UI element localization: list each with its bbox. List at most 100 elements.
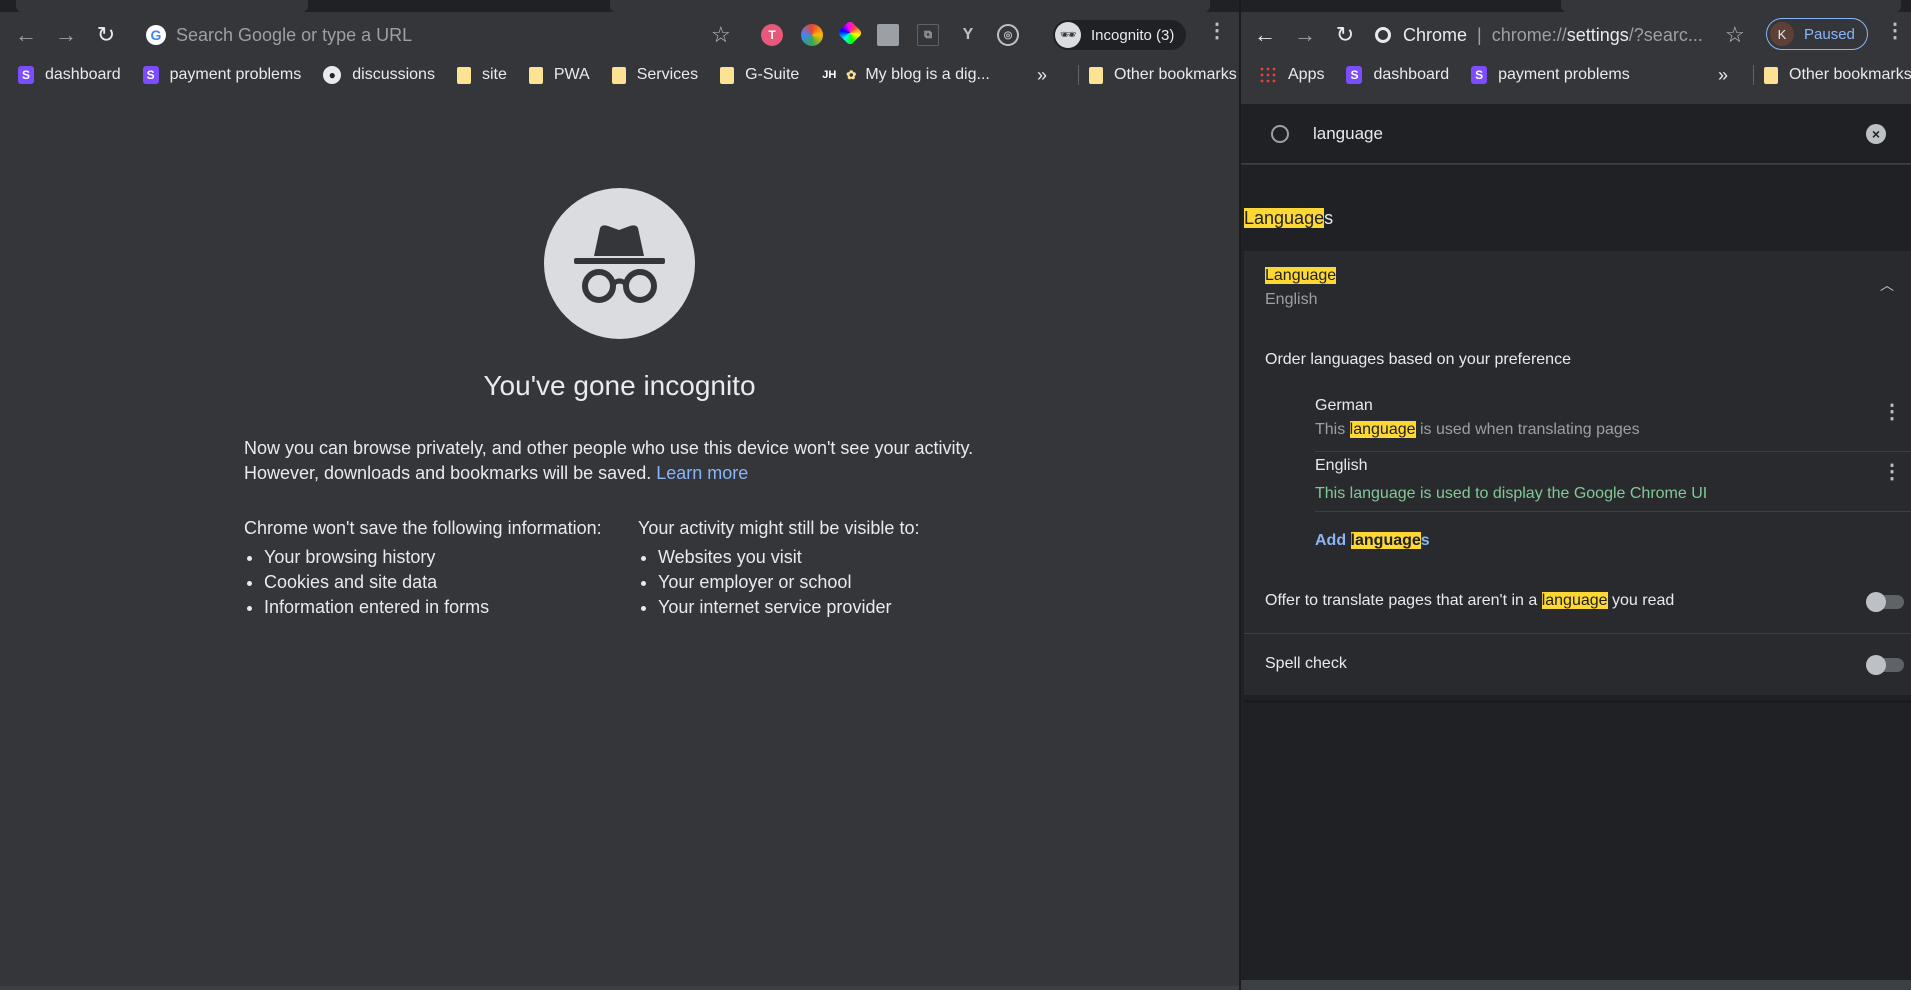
language-description: This language is used to display the Goo… bbox=[1315, 485, 1708, 502]
omnibox-separator: | bbox=[1477, 24, 1482, 45]
offer-text: Offer to translate pages that aren't in … bbox=[1265, 592, 1542, 609]
search-highlight: language bbox=[1541, 592, 1608, 609]
spell-check-toggle[interactable] bbox=[1866, 655, 1904, 675]
sprout-icon: ✿ bbox=[846, 68, 857, 82]
chrome-extension-icon[interactable] bbox=[801, 24, 823, 46]
add-text: Add bbox=[1315, 532, 1351, 549]
bookmark-pwa[interactable]: PWA bbox=[528, 66, 590, 84]
learn-more-link[interactable]: Learn more bbox=[656, 463, 748, 483]
toolbar: ← → ↻ G Search Google or type a URL ☆ T … bbox=[0, 12, 1239, 58]
bookmarks-overflow-button[interactable]: » bbox=[1718, 65, 1728, 86]
bookmarks-overflow-button[interactable]: » bbox=[1037, 65, 1047, 86]
omnibox-input[interactable]: Search Google or type a URL bbox=[176, 25, 412, 46]
reload-icon: ↻ bbox=[96, 22, 116, 47]
description-text: However, downloads and bookmarks will be… bbox=[244, 463, 652, 483]
jh-logo-icon: JH bbox=[822, 69, 837, 81]
forward-button[interactable]: → bbox=[46, 15, 86, 55]
square-extension-icon[interactable] bbox=[877, 24, 899, 46]
apps-grid-icon bbox=[1259, 66, 1277, 84]
back-arrow-icon: ← bbox=[1254, 22, 1276, 47]
language-item-german: German This language is used when transl… bbox=[1315, 397, 1640, 439]
bookmarks-bar: Apps Sdashboard Spayment problems » Othe… bbox=[1241, 58, 1911, 92]
profile-paused-button[interactable]: K Paused bbox=[1766, 18, 1868, 50]
folder-icon bbox=[1764, 66, 1778, 84]
chevron-up-icon[interactable]: ︿ bbox=[1880, 275, 1894, 295]
row-divider bbox=[1315, 511, 1911, 512]
reload-button[interactable]: ↻ bbox=[1325, 15, 1365, 55]
bookmark-services[interactable]: Services bbox=[611, 66, 699, 84]
cocktail-extension-icon[interactable]: Y bbox=[957, 24, 979, 46]
other-bookmarks[interactable]: Other bookmarks bbox=[1753, 65, 1911, 85]
colorpick-extension-icon[interactable] bbox=[837, 20, 863, 46]
bookmark-payment-problems[interactable]: Spayment problems bbox=[142, 66, 301, 84]
settings-window: ← → ↻ Chrome | chrome://settings/?searc.… bbox=[1241, 0, 1911, 990]
english-more-icon[interactable]: ⋮ bbox=[1882, 462, 1902, 482]
language-name: English bbox=[1315, 457, 1368, 474]
back-button[interactable]: ← bbox=[6, 15, 46, 55]
search-highlight: Language bbox=[1265, 267, 1337, 284]
bookmark-payment-problems[interactable]: Spayment problems bbox=[1471, 66, 1630, 84]
german-more-icon[interactable]: ⋮ bbox=[1882, 402, 1902, 422]
bookmarks-bar: Sdashboard Spayment problems ● discussion… bbox=[0, 58, 1239, 92]
screenshot-extension-icon[interactable]: ⧉ bbox=[917, 24, 939, 46]
incognito-profile-button[interactable]: 🕶 Incognito (3) bbox=[1053, 20, 1187, 50]
tab-strip bbox=[1241, 0, 1911, 12]
chrome-icon bbox=[1375, 27, 1391, 43]
forward-button[interactable]: → bbox=[1285, 15, 1325, 55]
bookmark-g-suite[interactable]: G-Suite bbox=[720, 66, 799, 84]
add-languages-button[interactable]: Add languages bbox=[1315, 532, 1430, 550]
incognito-window: ← → ↻ G Search Google or type a URL ☆ T … bbox=[0, 0, 1239, 990]
folder-icon bbox=[1089, 66, 1103, 84]
omnibox[interactable]: G Search Google or type a URL bbox=[146, 18, 736, 52]
stackbit-icon: S bbox=[1346, 66, 1363, 84]
language-name: German bbox=[1315, 397, 1373, 414]
omnibox-site-chip: Chrome bbox=[1403, 24, 1468, 45]
offer-translate-toggle[interactable] bbox=[1866, 592, 1904, 612]
extensions-bar: T ⧉ Y ◎ bbox=[752, 20, 1028, 46]
omnibox[interactable]: Chrome | chrome://settings/?searc... bbox=[1375, 25, 1703, 46]
back-arrow-icon: ← bbox=[15, 22, 37, 47]
bookmark-label: dashboard bbox=[1373, 66, 1450, 83]
description-line: However, downloads and bookmarks will be… bbox=[244, 461, 1004, 486]
section-title-text: s bbox=[1324, 208, 1334, 228]
bookmark-site[interactable]: site bbox=[456, 66, 507, 84]
language-row[interactable]: Language English bbox=[1265, 267, 1337, 309]
search-input[interactable]: language bbox=[1313, 124, 1383, 144]
bookmark-label: G-Suite bbox=[745, 66, 800, 83]
search-highlight: language bbox=[1349, 421, 1416, 438]
bookmark-apps[interactable]: Apps bbox=[1259, 66, 1324, 84]
omnibox-url-host: settings bbox=[1566, 24, 1629, 45]
reload-button[interactable]: ↻ bbox=[86, 15, 126, 55]
tab[interactable] bbox=[16, 0, 308, 12]
toolbar: ← → ↻ Chrome | chrome://settings/?searc.… bbox=[1241, 12, 1911, 58]
todoist-extension-icon[interactable]: T bbox=[761, 24, 783, 46]
bookmark-label: Services bbox=[636, 66, 699, 83]
bookmark-dashboard[interactable]: Sdashboard bbox=[18, 66, 121, 84]
menu-kebab-icon[interactable]: ⋮ bbox=[1207, 21, 1227, 41]
avatar: K bbox=[1770, 22, 1794, 46]
bookmark-dashboard[interactable]: Sdashboard bbox=[1346, 66, 1449, 84]
tab[interactable] bbox=[610, 0, 1210, 12]
bookmark-discussions[interactable]: ● discussions bbox=[323, 66, 435, 84]
bookmark-label: dashboard bbox=[45, 66, 121, 83]
star-icon[interactable]: ☆ bbox=[711, 22, 731, 48]
profile-label: Incognito (3) bbox=[1091, 26, 1175, 44]
desc-text: is used when translating pages bbox=[1415, 421, 1640, 438]
horizontal-scrollbar[interactable] bbox=[0, 986, 1239, 990]
menu-kebab-icon[interactable]: ⋮ bbox=[1885, 21, 1905, 41]
stackbit-icon: S bbox=[18, 66, 34, 84]
still-visible-list: Your activity might still be visible to:… bbox=[638, 516, 919, 620]
omnibox-url-path: /?searc... bbox=[1628, 24, 1703, 45]
settings-search-bar: language × bbox=[1241, 104, 1911, 164]
star-icon[interactable]: ☆ bbox=[1725, 22, 1745, 48]
stackbit-icon: S bbox=[1471, 66, 1488, 84]
clear-search-icon[interactable]: × bbox=[1866, 124, 1886, 144]
horizontal-scrollbar[interactable] bbox=[1241, 980, 1911, 990]
tab[interactable] bbox=[1561, 0, 1901, 12]
bookmark-blog[interactable]: JH ✿ My blog is a dig... bbox=[821, 66, 990, 84]
bookmark-label: discussions bbox=[352, 66, 435, 83]
other-bookmarks[interactable]: Other bookmarks bbox=[1078, 65, 1237, 85]
list-item: Your employer or school bbox=[658, 570, 919, 595]
target-extension-icon[interactable]: ◎ bbox=[997, 24, 1019, 46]
back-button[interactable]: ← bbox=[1245, 15, 1285, 55]
